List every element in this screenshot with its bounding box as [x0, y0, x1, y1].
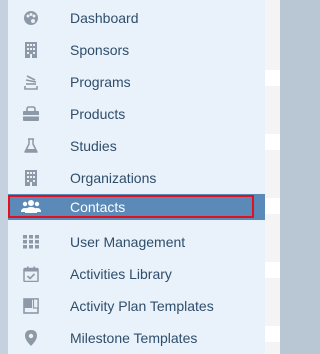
content-row-stripe: [265, 262, 280, 278]
sidebar-item-milestone-templates[interactable]: Milestone Templates: [8, 322, 265, 354]
sidebar-item-products[interactable]: Products: [8, 98, 265, 130]
sidebar-item-label: Activity Plan Templates: [70, 298, 214, 314]
grid-icon: [16, 235, 46, 249]
sidebar-item-contacts[interactable]: Contacts: [8, 194, 265, 220]
sidebar-item-label: Organizations: [70, 170, 157, 186]
sidebar-item-user-management[interactable]: User Management: [8, 226, 265, 258]
content-row-stripe: [265, 198, 280, 214]
sidebar-item-label: User Management: [70, 234, 186, 250]
sidebar-item-label: Studies: [70, 138, 117, 154]
shopping-bag-icon: [16, 106, 46, 122]
content-row-stripe: [265, 70, 280, 86]
map-pin-icon: [16, 330, 46, 346]
users-icon: [16, 199, 46, 215]
sidebar-item-label: Contacts: [70, 199, 126, 215]
sidebar-item-activity-plan-templates[interactable]: Activity Plan Templates: [8, 290, 265, 322]
sidebar-item-dashboard[interactable]: Dashboard: [8, 2, 265, 34]
sidebar-item-organizations[interactable]: Organizations: [8, 162, 265, 194]
template-icon: [16, 298, 46, 314]
main-content-edge: [265, 0, 280, 354]
stack-icon: [16, 74, 46, 90]
sidebar-item-sponsors[interactable]: Sponsors: [8, 34, 265, 66]
sidebar-item-studies[interactable]: Studies: [8, 130, 265, 162]
palette-icon: [16, 10, 46, 26]
sidebar-item-label: Activities Library: [70, 266, 172, 282]
content-row-stripe: [265, 134, 280, 150]
sidebar-item-label: Milestone Templates: [70, 330, 198, 346]
calendar-check-icon: [16, 266, 46, 282]
sidebar-item-activities-library[interactable]: Activities Library: [8, 258, 265, 290]
sidebar-nav: Dashboard Sponsors Programs Products Stu: [8, 0, 265, 354]
sidebar-item-programs[interactable]: Programs: [8, 66, 265, 98]
flask-icon: [16, 138, 46, 154]
sidebar-item-label: Dashboard: [70, 10, 139, 26]
sidebar-item-label: Programs: [70, 74, 131, 90]
content-row-stripe: [265, 326, 280, 342]
sidebar-item-label: Products: [70, 106, 126, 122]
sidebar-item-label: Sponsors: [70, 42, 130, 58]
building-icon: [16, 170, 46, 186]
building-icon: [16, 42, 46, 58]
